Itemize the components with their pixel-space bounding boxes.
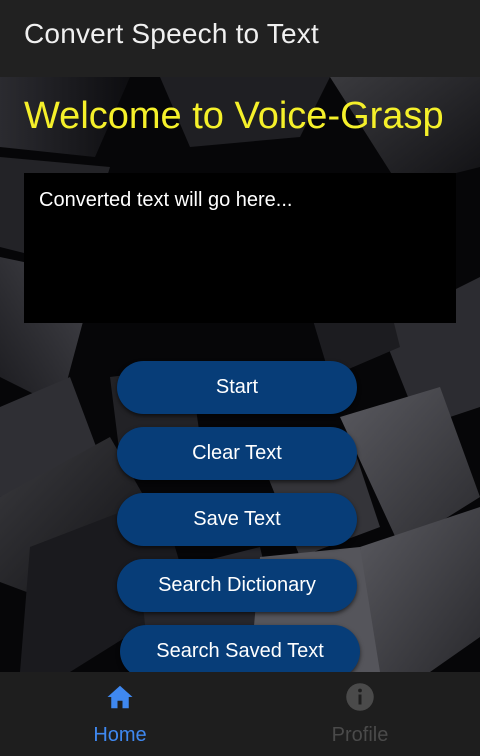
app-bar: Convert Speech to Text [0, 0, 480, 77]
nav-item-profile[interactable]: Profile [240, 672, 480, 756]
converted-text-placeholder: Converted text will go here... [39, 189, 293, 211]
search-saved-text-button[interactable]: Search Saved Text [120, 625, 360, 672]
nav-item-home[interactable]: Home [0, 672, 240, 756]
nav-label-home: Home [93, 724, 147, 746]
info-icon [346, 683, 374, 711]
converted-text-output[interactable]: Converted text will go here... [24, 173, 456, 323]
app-screen: Convert Speech to Text Welcome to Voice-… [0, 0, 480, 756]
save-text-button[interactable]: Save Text [117, 493, 357, 546]
bottom-navigation: Home Profile [0, 672, 480, 756]
welcome-heading: Welcome to Voice-Grasp [24, 95, 444, 137]
main-content: Welcome to Voice-Grasp Converted text wi… [0, 77, 480, 672]
app-bar-title: Convert Speech to Text [24, 18, 319, 49]
nav-label-profile: Profile [331, 724, 389, 746]
start-button[interactable]: Start [117, 361, 357, 414]
search-dictionary-button[interactable]: Search Dictionary [117, 559, 357, 612]
home-icon [107, 685, 133, 709]
clear-text-button[interactable]: Clear Text [117, 427, 357, 480]
